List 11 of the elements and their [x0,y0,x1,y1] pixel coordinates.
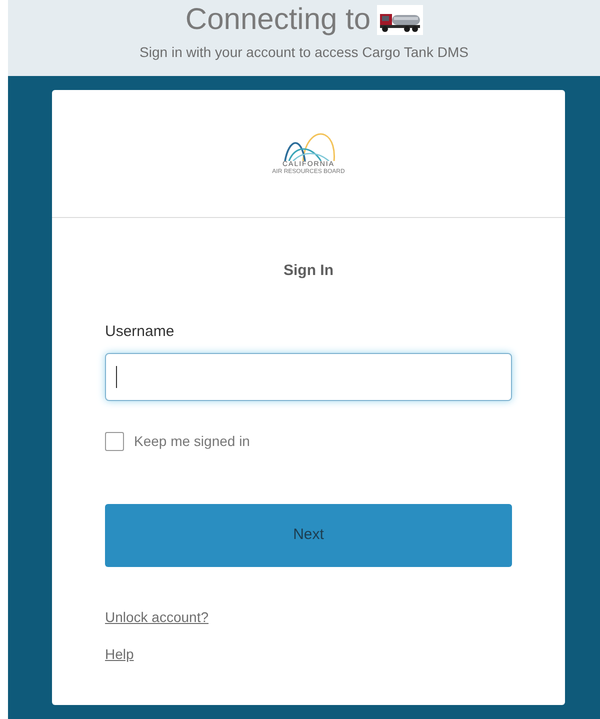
header-subtitle: Sign in with your account to access Cargo Tank DMS [140,43,468,62]
checkbox[interactable] [105,432,124,451]
checkbox-label: Keep me signed in [134,432,250,451]
header-title: Connecting to [185,2,371,38]
text-link[interactable]: Unlock account? [105,607,209,628]
username-field[interactable] [105,353,512,401]
text-cursor-icon [116,366,117,388]
next-button[interactable]: Next [105,504,512,567]
sign-in-heading: Sign In [284,261,334,281]
username-label: Username [105,322,176,342]
text-link[interactable]: Help [105,644,134,665]
